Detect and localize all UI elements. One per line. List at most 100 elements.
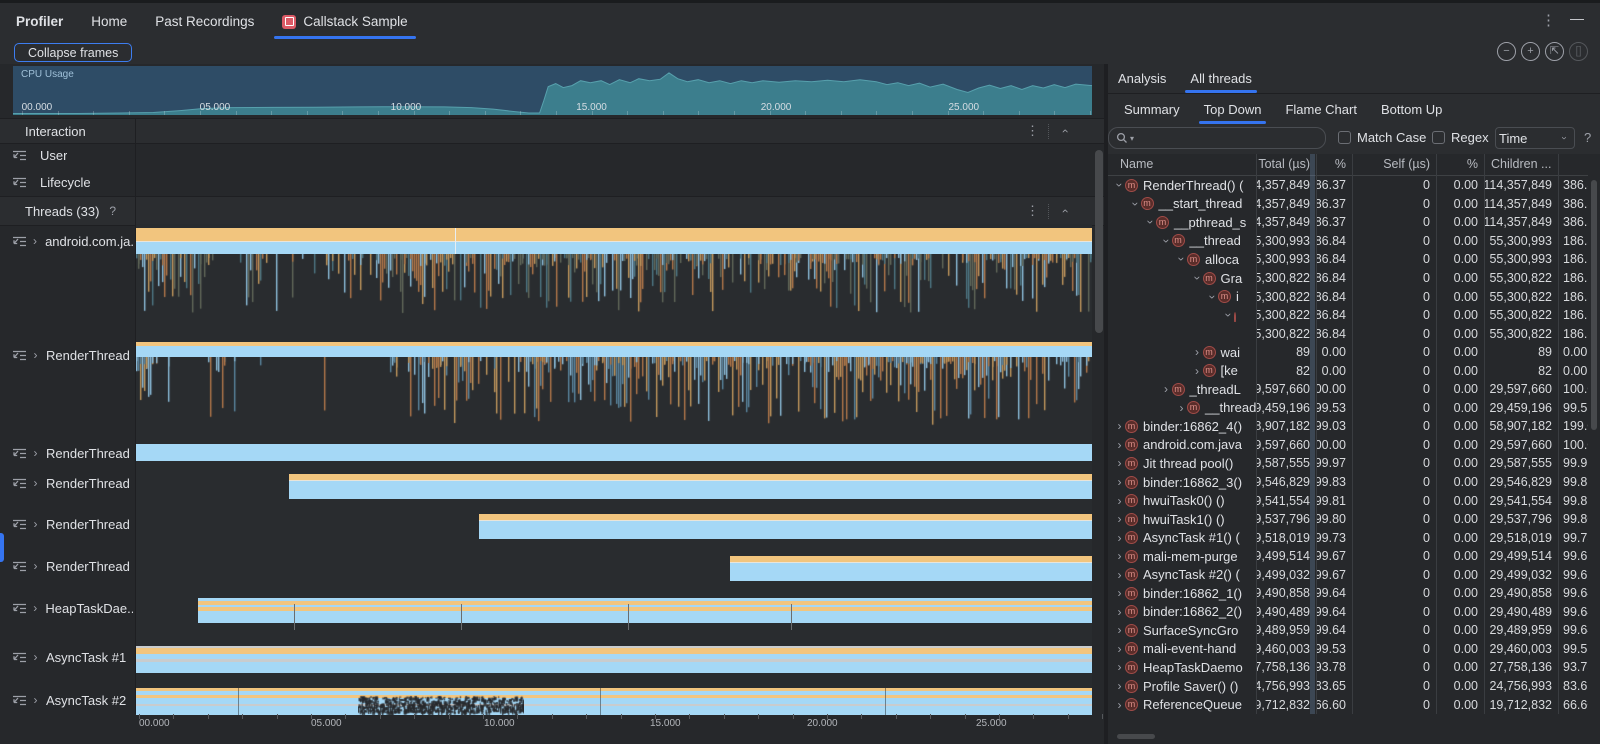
chevron-right-icon[interactable]: › <box>1114 550 1125 562</box>
minimize-icon[interactable]: — <box>1570 10 1584 26</box>
chevron-right-icon[interactable]: › <box>1114 680 1125 692</box>
column-header-Self (µs)[interactable]: Self (µs) <box>1352 154 1436 176</box>
table-row[interactable]: ›mwai890.0000.00890.00 <box>1108 343 1600 362</box>
thread-track-bar[interactable] <box>289 474 1092 499</box>
chevron-down-icon[interactable]: › <box>1129 198 1141 209</box>
chevron-right-icon[interactable]: › <box>30 651 41 663</box>
table-row[interactable]: ›m_threadL29,597,660100.0000.0029,597,66… <box>1108 380 1600 399</box>
chevron-down-icon[interactable]: › <box>1160 235 1172 246</box>
table-row[interactable]: ›m__start_thread114,357,849386.3700.0011… <box>1108 195 1600 214</box>
chevron-right-icon[interactable]: › <box>1114 439 1125 451</box>
table-row[interactable]: ›m__thread29,459,19699.5300.0029,459,196… <box>1108 399 1600 418</box>
table-row[interactable]: ›mbinder:16862_2()29,490,48999.6400.0029… <box>1108 603 1600 622</box>
table-row[interactable]: ›mGra55,300,822186.8400.0055,300,822186.… <box>1108 269 1600 288</box>
reset-zoom-icon[interactable]: ⇱ <box>1545 42 1564 61</box>
table-vertical-scrollbar[interactable] <box>1591 180 1597 430</box>
chevron-right-icon[interactable]: › <box>1114 699 1125 711</box>
thread-row-label[interactable]: ›RenderThread <box>0 473 133 493</box>
chevron-right-icon[interactable]: › <box>1114 661 1125 673</box>
thread-track-bar[interactable] <box>136 688 1092 715</box>
table-row[interactable]: ›mhwuiTask0() ()29,541,55499.8100.0029,5… <box>1108 491 1600 510</box>
chevron-down-icon[interactable]: › <box>1176 254 1188 265</box>
interaction-collapse-icon[interactable]: › <box>1059 126 1071 137</box>
tab-home[interactable]: Home <box>91 3 127 40</box>
tab-past-recordings[interactable]: Past Recordings <box>155 3 254 40</box>
chevron-right-icon[interactable]: › <box>1192 346 1203 358</box>
thread-row-label[interactable]: ›android.com.ja... <box>0 231 133 251</box>
threads-help-icon[interactable]: ? <box>109 204 116 218</box>
match-case-checkbox[interactable] <box>1338 131 1351 144</box>
chevron-right-icon[interactable]: › <box>1161 383 1172 395</box>
chevron-right-icon[interactable]: › <box>1114 643 1125 655</box>
chevron-right-icon[interactable]: › <box>1114 495 1125 507</box>
table-row[interactable]: ›malloca55,300,993186.8400.0055,300,9931… <box>1108 250 1600 269</box>
chevron-right-icon[interactable]: › <box>1114 624 1125 636</box>
chevron-right-icon[interactable]: › <box>30 602 40 614</box>
table-row[interactable]: ›mmali-mem-purge29,499,51499.6700.0029,4… <box>1108 547 1600 566</box>
table-horizontal-scrollbar[interactable] <box>1117 734 1155 739</box>
thread-track-bar[interactable] <box>136 342 1092 357</box>
chevron-right-icon[interactable]: › <box>30 694 41 706</box>
thread-track-bar[interactable] <box>198 598 1092 623</box>
subtab-summary[interactable]: Summary <box>1124 95 1180 124</box>
chevron-right-icon[interactable]: › <box>1114 420 1125 432</box>
threads-collapse-icon[interactable]: › <box>1059 206 1071 217</box>
column-header-Total (µs)[interactable]: Total (µs) <box>1256 154 1316 176</box>
subtab-flame-chart[interactable]: Flame Chart <box>1285 95 1357 124</box>
chevron-down-icon[interactable]: › <box>1114 180 1126 191</box>
chevron-down-icon[interactable]: › <box>1222 310 1234 321</box>
chevron-right-icon[interactable]: › <box>30 349 41 361</box>
filter-dropdown[interactable]: Time › <box>1495 127 1575 149</box>
tab-profiler[interactable]: Profiler <box>16 3 63 40</box>
table-row[interactable]: ›mAsyncTask #1() (29,518,01999.7300.0029… <box>1108 528 1600 547</box>
table-row[interactable]: ›m[ke820.0000.00820.00 <box>1108 361 1600 380</box>
chevron-right-icon[interactable]: › <box>30 477 41 489</box>
thread-row-label[interactable]: ›HeapTaskDae... <box>0 598 133 618</box>
search-input[interactable] <box>1136 130 1300 146</box>
column-header-%[interactable]: % <box>1316 154 1352 176</box>
thread-row-label[interactable]: ›AsyncTask #2 <box>0 690 133 710</box>
search-options-chevron-icon[interactable]: ▾ <box>1130 134 1134 143</box>
chevron-right-icon[interactable]: › <box>1114 532 1125 544</box>
collapse-frames-button[interactable]: Collapse frames <box>14 43 132 62</box>
column-header-Name[interactable]: Name <box>1108 154 1256 176</box>
window-menu-icon[interactable]: ⋮ <box>1541 11 1556 29</box>
chevron-right-icon[interactable]: › <box>1114 513 1125 525</box>
table-row[interactable]: ›mReferenceQueue19,712,83266.6000.0019,7… <box>1108 695 1600 714</box>
table-row[interactable]: ›mandroid.com.java29,597,660100.0000.002… <box>1108 436 1600 455</box>
thread-row-label[interactable]: ›RenderThread <box>0 345 133 365</box>
table-row[interactable]: ›mhwuiTask1() ()29,537,79699.8000.0029,5… <box>1108 510 1600 529</box>
column-header-%[interactable]: % <box>1436 154 1484 176</box>
table-header[interactable]: NameTotal (µs)%Self (µs)%Children ... <box>1108 154 1600 176</box>
cpu-usage-chart[interactable]: 00.00005.00010.00015.00020.00025.000 CPU… <box>13 66 1092 115</box>
chevron-right-icon[interactable]: › <box>1114 476 1125 488</box>
threads-menu-icon[interactable]: ⋮ <box>1026 203 1039 219</box>
interaction-menu-icon[interactable]: ⋮ <box>1026 123 1039 139</box>
table-row[interactable]: ›mi55,300,822186.8400.0055,300,822186.84 <box>1108 287 1600 306</box>
table-row[interactable]: ›m__thread55,300,993186.8400.0055,300,99… <box>1108 232 1600 251</box>
table-row[interactable]: ›mmali-event-hand29,460,00399.5300.0029,… <box>1108 640 1600 659</box>
thread-track-bar[interactable] <box>479 514 1092 539</box>
chevron-right-icon[interactable]: › <box>1114 587 1125 599</box>
table-row[interactable]: ›mProfile Saver() ()24,756,99383.6500.00… <box>1108 677 1600 696</box>
table-row[interactable]: ›mRenderThread() (114,357,849386.3700.00… <box>1108 176 1600 195</box>
chevron-down-icon[interactable]: › <box>1191 273 1203 284</box>
thread-track-bar[interactable] <box>730 556 1092 581</box>
table-row[interactable]: ›mbinder:16862_4()58,907,182199.0300.005… <box>1108 417 1600 436</box>
zoom-to-selection-icon[interactable]: [] <box>1569 42 1588 61</box>
regex-checkbox[interactable] <box>1432 131 1445 144</box>
chevron-right-icon[interactable]: › <box>1114 606 1125 618</box>
chevron-right-icon[interactable]: › <box>30 447 41 459</box>
chevron-right-icon[interactable]: › <box>1114 457 1125 469</box>
chevron-right-icon[interactable]: › <box>30 235 40 247</box>
tab-analysis[interactable]: Analysis <box>1118 64 1166 93</box>
tab-all-threads[interactable]: All threads <box>1190 64 1251 93</box>
thread-track-bar[interactable] <box>136 228 1092 254</box>
table-row[interactable]: ›mbinder:16862_1()29,490,85899.6400.0029… <box>1108 584 1600 603</box>
chevron-right-icon[interactable]: › <box>1114 569 1125 581</box>
tab-callstack-sample[interactable]: Callstack Sample <box>282 3 407 40</box>
callstack-flame[interactable] <box>136 357 1092 427</box>
thread-row-label[interactable]: ›RenderThread <box>0 443 133 463</box>
subtab-bottom-up[interactable]: Bottom Up <box>1381 95 1442 124</box>
help-icon[interactable]: ? <box>1584 130 1591 145</box>
